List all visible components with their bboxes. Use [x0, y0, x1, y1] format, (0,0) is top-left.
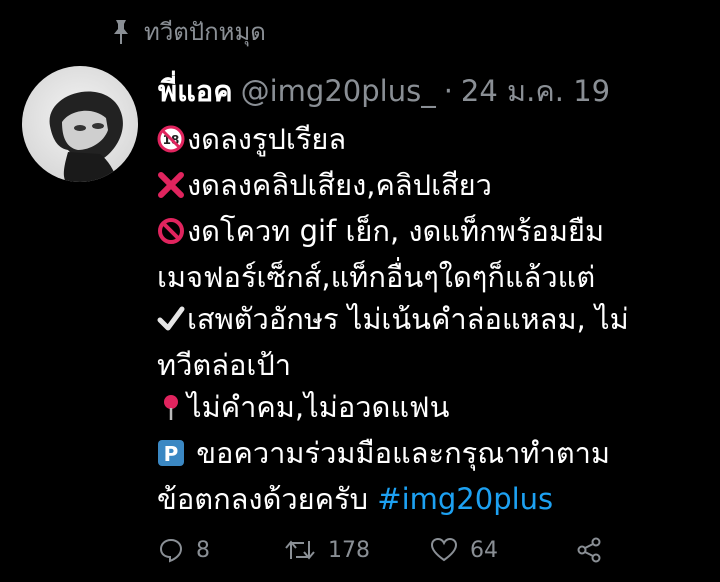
pinned-label: ทวีตปักหมุด — [144, 18, 266, 46]
rule-line-5: เสพตัวอักษร ไม่เน้นคำล่อแหลม, ไม่ — [187, 302, 629, 336]
tweet-line: ข้อตกลงด้วยครับ #img20plus — [157, 478, 702, 520]
round-pushpin-icon — [157, 390, 185, 432]
separator-dot: · — [443, 74, 453, 108]
tweet-line: งดลงคลิปเสียง,คลิปเสียว — [157, 164, 702, 210]
avatar[interactable] — [22, 66, 138, 182]
tweet-line: P ขอความร่วมมือและกรุณาทำตาม — [157, 432, 702, 478]
check-mark-icon — [157, 302, 185, 344]
cross-mark-icon — [157, 168, 185, 210]
tweet-line: เสพตัวอักษร ไม่เน้นคำล่อแหลม, ไม่ — [157, 298, 702, 344]
p-button-icon: P — [157, 436, 185, 478]
reply-count: 8 — [196, 537, 210, 563]
rule-line-4: เมจฟอร์เซ็กส์,แท็กอื่นๆใดๆก็แล้วแต่ — [157, 260, 596, 294]
like-count: 64 — [470, 537, 498, 563]
like-button[interactable]: 64 — [430, 537, 576, 563]
tweet-line: ไม่คำคม,ไม่อวดแฟน — [157, 386, 702, 432]
tweet-header: พี่แอค @img20plus_ · 24 ม.ค. 19 — [158, 68, 610, 114]
rule-line-3: งดโควท gif เย็ก, งดแท็กพร้อมยืม — [187, 214, 605, 248]
share-icon — [577, 537, 601, 563]
retweet-count: 178 — [328, 537, 370, 563]
rule-line-1: งดลงรูปเรียล — [187, 122, 347, 156]
pinned-header: ทวีตปักหมุด — [112, 12, 266, 51]
rule-line-6: ทวีตล่อเป้า — [157, 348, 292, 382]
retweet-button[interactable]: 178 — [284, 537, 430, 563]
tweet-actions: 8 178 64 — [158, 537, 614, 563]
rule-line-9: ข้อตกลงด้วยครับ — [157, 482, 378, 516]
author-handle[interactable]: @img20plus_ — [241, 74, 436, 108]
rule-line-2: งดลงคลิปเสียง,คลิปเสียว — [187, 168, 492, 202]
pin-icon — [112, 19, 130, 45]
no-under-18-icon: 18 — [157, 122, 185, 164]
tweet-text: 18 งดลงรูปเรียล งดลงคลิปเสียง,คลิปเสียว … — [157, 118, 702, 520]
rule-line-8: ขอความร่วมมือและกรุณาทำตาม — [187, 436, 611, 470]
share-button[interactable] — [576, 537, 614, 563]
svg-text:P: P — [164, 442, 179, 466]
heart-icon — [430, 537, 458, 562]
tweet-date[interactable]: 24 ม.ค. 19 — [461, 68, 610, 114]
rule-line-7: ไม่คำคม,ไม่อวดแฟน — [187, 390, 450, 424]
tweet-line: 18 งดลงรูปเรียล — [157, 118, 702, 164]
tweet-line: เมจฟอร์เซ็กส์,แท็กอื่นๆใดๆก็แล้วแต่ — [157, 256, 702, 298]
author-name[interactable]: พี่แอค — [158, 68, 233, 114]
retweet-icon — [285, 540, 315, 560]
tweet-line: ทวีตล่อเป้า — [157, 344, 702, 386]
reply-icon — [159, 538, 183, 563]
tweet-line: งดโควท gif เย็ก, งดแท็กพร้อมยืม — [157, 210, 702, 256]
reply-button[interactable]: 8 — [158, 537, 284, 563]
prohibited-icon — [157, 214, 185, 256]
hashtag-link[interactable]: #img20plus — [377, 482, 553, 516]
